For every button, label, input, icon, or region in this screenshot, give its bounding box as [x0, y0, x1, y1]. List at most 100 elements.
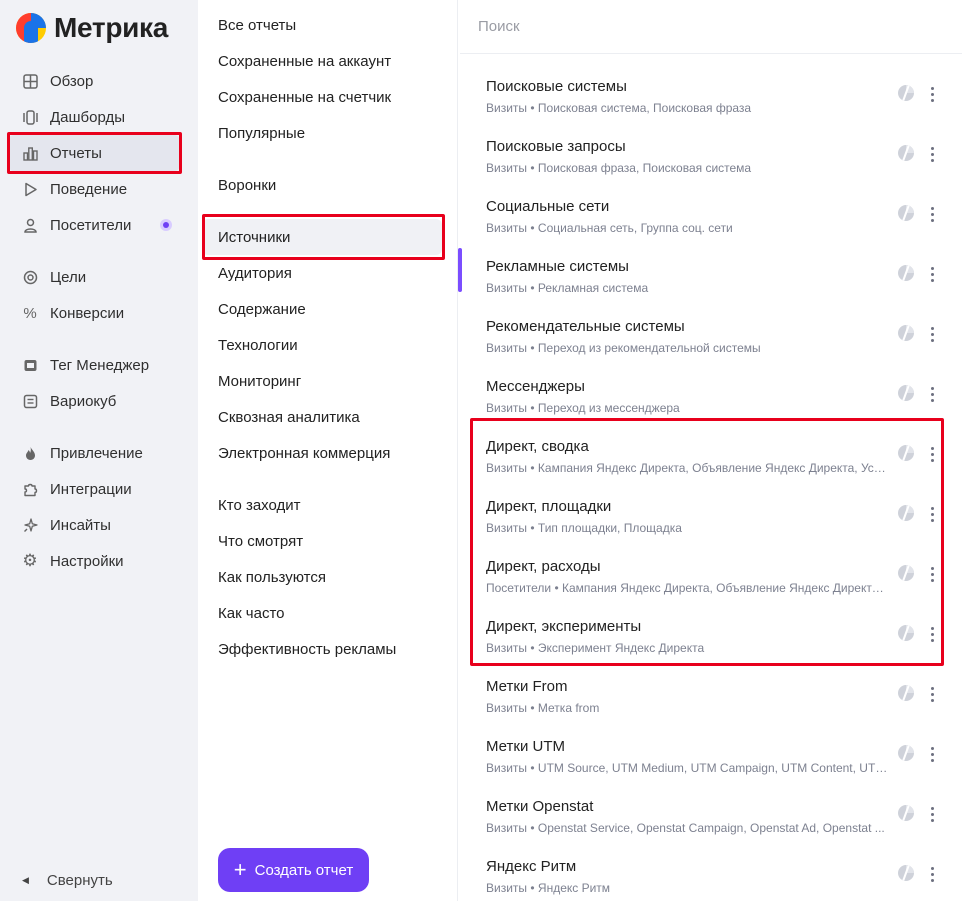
sidebar-item-integrations[interactable]: Интеграции [8, 471, 180, 507]
pie-chart-icon[interactable] [898, 805, 914, 821]
more-vert-icon[interactable] [924, 322, 940, 346]
report-item[interactable]: Поисковые системы Визиты • Поисковая сис… [460, 64, 962, 124]
flame-icon [22, 445, 38, 461]
menu-item-saved-counter[interactable]: Сохраненные на счетчик [202, 79, 442, 115]
report-title: Социальные сети [486, 198, 610, 215]
menu-item-sources[interactable]: Источники [202, 219, 442, 255]
sidebar-item-reports[interactable]: Отчеты [8, 135, 180, 171]
search-input[interactable] [460, 0, 962, 53]
report-item[interactable]: Поисковые запросы Визиты • Поисковая фра… [460, 124, 962, 184]
menu-item-content[interactable]: Содержание [202, 291, 442, 327]
sidebar-item-label: Инсайты [50, 516, 111, 534]
pie-chart-icon[interactable] [898, 565, 914, 581]
more-vert-icon[interactable] [924, 82, 940, 106]
sidebar-item-overview[interactable]: Обзор [8, 63, 180, 99]
report-title: Рекламные системы [486, 258, 629, 275]
pie-chart-icon[interactable] [898, 325, 914, 341]
pie-chart-icon[interactable] [898, 745, 914, 761]
pie-chart-icon[interactable] [898, 265, 914, 281]
menu-item-popular[interactable]: Популярные [202, 115, 442, 151]
menu-item-funnels[interactable]: Воронки [202, 167, 442, 203]
sidebar-item-visitors[interactable]: Посетители [8, 207, 180, 243]
collapse-button[interactable]: ◀ Свернуть [22, 872, 113, 889]
sidebar-item-label: Вариокуб [50, 392, 117, 410]
report-subtitle: Визиты • Поисковая система, Поисковая фр… [486, 101, 752, 115]
more-vert-icon[interactable] [924, 682, 940, 706]
create-report-button[interactable]: + Создать отчет [218, 848, 369, 892]
sidebar-item-goals[interactable]: Цели [8, 259, 180, 295]
report-item[interactable]: Директ, расходы Посетители • Кампания Ян… [460, 544, 962, 604]
chevron-left-icon: ◀ [22, 875, 29, 885]
more-vert-icon[interactable] [924, 502, 940, 526]
sidebar-item-label: Привлечение [50, 444, 143, 462]
more-vert-icon[interactable] [924, 802, 940, 826]
percent-icon: % [23, 304, 37, 322]
target-icon [22, 269, 38, 285]
report-item[interactable]: Метки Openstat Визиты • Openstat Service… [460, 784, 962, 844]
sidebar-item-insights[interactable]: Инсайты [8, 507, 180, 543]
report-item[interactable]: Рекламные системы Визиты • Рекламная сис… [460, 244, 962, 304]
more-vert-icon[interactable] [924, 262, 940, 286]
metrika-logo-icon [16, 13, 46, 43]
sidebar-item-variocube[interactable]: Вариокуб [8, 383, 180, 419]
report-item[interactable]: Мессенджеры Визиты • Переход из мессендж… [460, 364, 962, 424]
menu-item-ecommerce[interactable]: Электронная коммерция [202, 435, 442, 471]
more-vert-icon[interactable] [924, 202, 940, 226]
sidebar-item-label: Поведение [50, 180, 128, 198]
pie-chart-icon[interactable] [898, 85, 914, 101]
more-vert-icon[interactable] [924, 742, 940, 766]
report-title: Метки Openstat [486, 798, 594, 815]
report-title: Поисковые запросы [486, 138, 626, 155]
pie-chart-icon[interactable] [898, 385, 914, 401]
logo[interactable]: Метрика [16, 12, 168, 44]
report-title: Директ, эксперименты [486, 618, 642, 635]
collapse-label: Свернуть [46, 872, 113, 889]
pie-chart-icon[interactable] [898, 865, 914, 881]
report-item[interactable]: Метки From Визиты • Метка from [460, 664, 962, 724]
menu-item-how-often[interactable]: Как часто [202, 595, 442, 631]
report-item[interactable]: Директ, эксперименты Визиты • Эксперимен… [460, 604, 962, 664]
report-item[interactable]: Рекомендательные системы Визиты • Перехо… [460, 304, 962, 364]
pie-chart-icon[interactable] [898, 625, 914, 641]
more-vert-icon[interactable] [924, 562, 940, 586]
report-title: Рекомендательные системы [486, 318, 685, 335]
pie-chart-icon[interactable] [898, 205, 914, 221]
report-item[interactable]: Яндекс Ритм Визиты • Яндекс Ритм [460, 844, 962, 901]
menu-item-what-they-watch[interactable]: Что смотрят [202, 523, 442, 559]
menu-item-saved-account[interactable]: Сохраненные на аккаунт [202, 43, 442, 79]
pie-chart-icon[interactable] [898, 505, 914, 521]
more-vert-icon[interactable] [924, 862, 940, 886]
report-subtitle: Визиты • Рекламная система [486, 281, 649, 295]
report-item[interactable]: Социальные сети Визиты • Социальная сеть… [460, 184, 962, 244]
menu-item-technologies[interactable]: Технологии [202, 327, 442, 363]
menu-item-end-to-end-analytics[interactable]: Сквозная аналитика [202, 399, 442, 435]
menu-item-ad-efficiency[interactable]: Эффективность рекламы [202, 631, 442, 667]
sidebar-item-label: Обзор [50, 72, 94, 90]
sidebar-item-conversions[interactable]: % Конверсии [8, 295, 180, 331]
more-vert-icon[interactable] [924, 442, 940, 466]
more-vert-icon[interactable] [924, 142, 940, 166]
pie-chart-icon[interactable] [898, 445, 914, 461]
menu-item-monitoring[interactable]: Мониторинг [202, 363, 442, 399]
report-subtitle: Визиты • Тип площадки, Площадка [486, 521, 682, 535]
menu-item-how-they-use[interactable]: Как пользуются [202, 559, 442, 595]
pie-chart-icon[interactable] [898, 685, 914, 701]
sidebar-item-label: Посетители [50, 216, 132, 234]
menu-item-all-reports[interactable]: Все отчеты [202, 7, 442, 43]
sidebar-item-dashboards[interactable]: Дашборды [8, 99, 180, 135]
report-item[interactable]: Директ, площадки Визиты • Тип площадки, … [460, 484, 962, 544]
report-item[interactable]: Метки UTM Визиты • UTM Source, UTM Mediu… [460, 724, 962, 784]
report-title: Директ, площадки [486, 498, 612, 515]
more-vert-icon[interactable] [924, 622, 940, 646]
more-vert-icon[interactable] [924, 382, 940, 406]
plus-icon: + [233, 857, 247, 882]
menu-item-audience[interactable]: Аудитория [202, 255, 442, 291]
report-item[interactable]: Директ, сводка Визиты • Кампания Яндекс … [460, 424, 962, 484]
sidebar-item-tag-manager[interactable]: Тег Менеджер [8, 347, 180, 383]
pie-chart-icon[interactable] [898, 145, 914, 161]
report-subtitle: Визиты • Социальная сеть, Группа соц. се… [486, 221, 733, 235]
menu-item-who-visits[interactable]: Кто заходит [202, 487, 442, 523]
sidebar-item-settings[interactable]: ⚙ Настройки [8, 543, 180, 579]
sidebar-item-behavior[interactable]: Поведение [8, 171, 180, 207]
sidebar-item-acquisition[interactable]: Привлечение [8, 435, 180, 471]
